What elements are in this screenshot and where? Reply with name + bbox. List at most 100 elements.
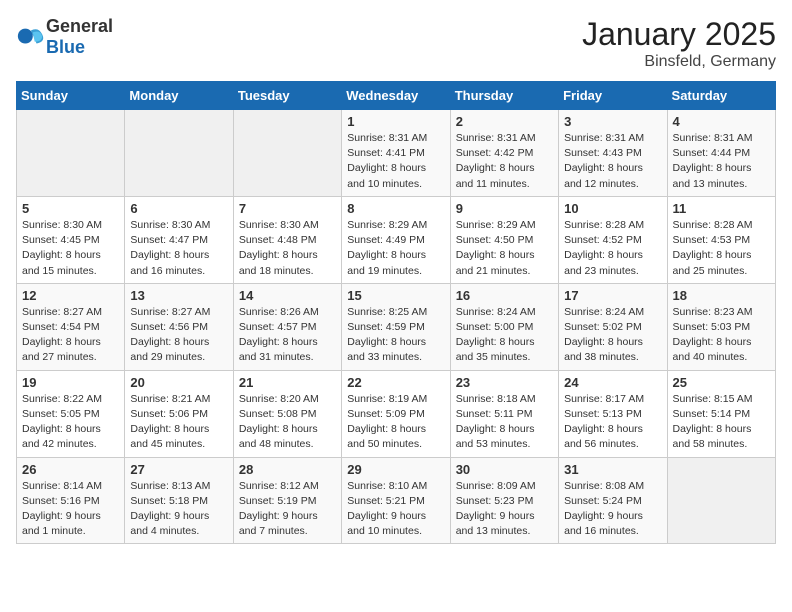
day-number: 26	[22, 462, 119, 477]
header-cell-wednesday: Wednesday	[342, 82, 450, 110]
day-cell: 7 Sunrise: 8:30 AMSunset: 4:48 PMDaylight…	[233, 196, 341, 283]
day-cell: 9Sunrise: 8:29 AMSunset: 4:50 PMDaylight…	[450, 196, 558, 283]
header-cell-sunday: Sunday	[17, 82, 125, 110]
day-number: 4	[673, 114, 770, 129]
day-info: Sunrise: 8:24 AMSunset: 5:02 PMDaylight:…	[564, 305, 661, 366]
day-cell	[233, 110, 341, 197]
day-number: 27	[130, 462, 227, 477]
day-info: Sunrise: 8:22 AMSunset: 5:05 PMDaylight:…	[22, 392, 119, 453]
day-cell: 4 Sunrise: 8:31 AMSunset: 4:44 PMDaylight…	[667, 110, 775, 197]
day-cell: 19 Sunrise: 8:22 AMSunset: 5:05 PMDayligh…	[17, 370, 125, 457]
day-number: 15	[347, 288, 444, 303]
week-row-5: 26 Sunrise: 8:14 AMSunset: 5:16 PMDayligh…	[17, 457, 776, 544]
day-info: Sunrise: 8:29 AMSunset: 4:49 PMDaylight:…	[347, 218, 444, 279]
day-number: 21	[239, 375, 336, 390]
header-cell-thursday: Thursday	[450, 82, 558, 110]
day-info: Sunrise: 8:08 AMSunset: 5:24 PMDaylight:…	[564, 479, 661, 540]
day-number: 23	[456, 375, 553, 390]
day-cell: 15 Sunrise: 8:25 AMSunset: 4:59 PMDayligh…	[342, 283, 450, 370]
day-info: Sunrise: 8:31 AMSunset: 4:43 PMDaylight:…	[564, 131, 661, 192]
day-cell: 18 Sunrise: 8:23 AMSunset: 5:03 PMDayligh…	[667, 283, 775, 370]
day-number: 3	[564, 114, 661, 129]
day-info: Sunrise: 8:10 AMSunset: 5:21 PMDaylight:…	[347, 479, 444, 540]
day-cell: 29 Sunrise: 8:10 AMSunset: 5:21 PMDayligh…	[342, 457, 450, 544]
day-cell: 17 Sunrise: 8:24 AMSunset: 5:02 PMDayligh…	[559, 283, 667, 370]
day-info: Sunrise: 8:31 AMSunset: 4:42 PMDaylight:…	[456, 131, 553, 192]
title-block: January 2025 Binsfeld, Germany	[582, 16, 776, 71]
day-info: Sunrise: 8:31 AMSunset: 4:41 PMDaylight:…	[347, 131, 444, 192]
day-info: Sunrise: 8:19 AMSunset: 5:09 PMDaylight:…	[347, 392, 444, 453]
day-info: Sunrise: 8:28 AMSunset: 4:53 PMDaylight:…	[673, 218, 770, 279]
day-number: 18	[673, 288, 770, 303]
day-number: 28	[239, 462, 336, 477]
day-number: 13	[130, 288, 227, 303]
day-number: 30	[456, 462, 553, 477]
day-number: 16	[456, 288, 553, 303]
day-info: Sunrise: 8:31 AMSunset: 4:44 PMDaylight:…	[673, 131, 770, 192]
day-cell: 6Sunrise: 8:30 AMSunset: 4:47 PMDaylight…	[125, 196, 233, 283]
day-info: Sunrise: 8:23 AMSunset: 5:03 PMDaylight:…	[673, 305, 770, 366]
day-cell: 12 Sunrise: 8:27 AMSunset: 4:54 PMDayligh…	[17, 283, 125, 370]
day-number: 5	[22, 201, 119, 216]
day-number: 14	[239, 288, 336, 303]
day-cell: 16 Sunrise: 8:24 AMSunset: 5:00 PMDayligh…	[450, 283, 558, 370]
day-number: 12	[22, 288, 119, 303]
day-cell: 27 Sunrise: 8:13 AMSunset: 5:18 PMDayligh…	[125, 457, 233, 544]
day-number: 22	[347, 375, 444, 390]
day-number: 2	[456, 114, 553, 129]
page-subtitle: Binsfeld, Germany	[582, 53, 776, 71]
page-title: January 2025	[582, 16, 776, 53]
header-cell-tuesday: Tuesday	[233, 82, 341, 110]
week-row-2: 5Sunrise: 8:30 AMSunset: 4:45 PMDaylight…	[17, 196, 776, 283]
day-number: 1	[347, 114, 444, 129]
day-info: Sunrise: 8:24 AMSunset: 5:00 PMDaylight:…	[456, 305, 553, 366]
day-number: 10	[564, 201, 661, 216]
logo-general: General	[46, 16, 113, 36]
day-cell: 25 Sunrise: 8:15 AMSunset: 5:14 PMDayligh…	[667, 370, 775, 457]
day-number: 9	[456, 201, 553, 216]
day-cell	[125, 110, 233, 197]
day-number: 25	[673, 375, 770, 390]
header-cell-friday: Friday	[559, 82, 667, 110]
day-info: Sunrise: 8:21 AMSunset: 5:06 PMDaylight:…	[130, 392, 227, 453]
day-cell	[667, 457, 775, 544]
day-number: 29	[347, 462, 444, 477]
day-info: Sunrise: 8:28 AMSunset: 4:52 PMDaylight:…	[564, 218, 661, 279]
day-info: Sunrise: 8:18 AMSunset: 5:11 PMDaylight:…	[456, 392, 553, 453]
week-row-1: 1 Sunrise: 8:31 AMSunset: 4:41 PMDaylight…	[17, 110, 776, 197]
day-number: 8	[347, 201, 444, 216]
day-info: Sunrise: 8:27 AMSunset: 4:54 PMDaylight:…	[22, 305, 119, 366]
day-number: 7	[239, 201, 336, 216]
day-number: 24	[564, 375, 661, 390]
day-cell: 10 Sunrise: 8:28 AMSunset: 4:52 PMDayligh…	[559, 196, 667, 283]
day-info: Sunrise: 8:12 AMSunset: 5:19 PMDaylight:…	[239, 479, 336, 540]
day-info: Sunrise: 8:26 AMSunset: 4:57 PMDaylight:…	[239, 305, 336, 366]
day-cell: 14 Sunrise: 8:26 AMSunset: 4:57 PMDayligh…	[233, 283, 341, 370]
day-cell: 2 Sunrise: 8:31 AMSunset: 4:42 PMDaylight…	[450, 110, 558, 197]
day-cell: 26 Sunrise: 8:14 AMSunset: 5:16 PMDayligh…	[17, 457, 125, 544]
day-info: Sunrise: 8:30 AMSunset: 4:48 PMDaylight:…	[239, 218, 336, 279]
logo-text: General Blue	[46, 16, 113, 58]
header-row: SundayMondayTuesdayWednesdayThursdayFrid…	[17, 82, 776, 110]
calendar-table: SundayMondayTuesdayWednesdayThursdayFrid…	[16, 81, 776, 544]
week-row-3: 12 Sunrise: 8:27 AMSunset: 4:54 PMDayligh…	[17, 283, 776, 370]
day-info: Sunrise: 8:15 AMSunset: 5:14 PMDaylight:…	[673, 392, 770, 453]
day-number: 19	[22, 375, 119, 390]
day-info: Sunrise: 8:14 AMSunset: 5:16 PMDaylight:…	[22, 479, 119, 540]
day-cell: 23 Sunrise: 8:18 AMSunset: 5:11 PMDayligh…	[450, 370, 558, 457]
day-cell: 8 Sunrise: 8:29 AMSunset: 4:49 PMDaylight…	[342, 196, 450, 283]
day-info: Sunrise: 8:25 AMSunset: 4:59 PMDaylight:…	[347, 305, 444, 366]
logo-icon	[16, 23, 44, 51]
day-info: Sunrise: 8:13 AMSunset: 5:18 PMDaylight:…	[130, 479, 227, 540]
day-cell: 22 Sunrise: 8:19 AMSunset: 5:09 PMDayligh…	[342, 370, 450, 457]
day-info: Sunrise: 8:09 AMSunset: 5:23 PMDaylight:…	[456, 479, 553, 540]
day-cell: 13Sunrise: 8:27 AMSunset: 4:56 PMDayligh…	[125, 283, 233, 370]
day-info: Sunrise: 8:30 AMSunset: 4:47 PMDaylight:…	[130, 218, 227, 279]
day-cell: 28 Sunrise: 8:12 AMSunset: 5:19 PMDayligh…	[233, 457, 341, 544]
logo-blue: Blue	[46, 37, 85, 57]
day-cell: 31Sunrise: 8:08 AMSunset: 5:24 PMDayligh…	[559, 457, 667, 544]
day-cell: 1 Sunrise: 8:31 AMSunset: 4:41 PMDaylight…	[342, 110, 450, 197]
page-header: General Blue January 2025 Binsfeld, Germ…	[16, 16, 776, 71]
day-cell: 20Sunrise: 8:21 AMSunset: 5:06 PMDayligh…	[125, 370, 233, 457]
day-number: 17	[564, 288, 661, 303]
